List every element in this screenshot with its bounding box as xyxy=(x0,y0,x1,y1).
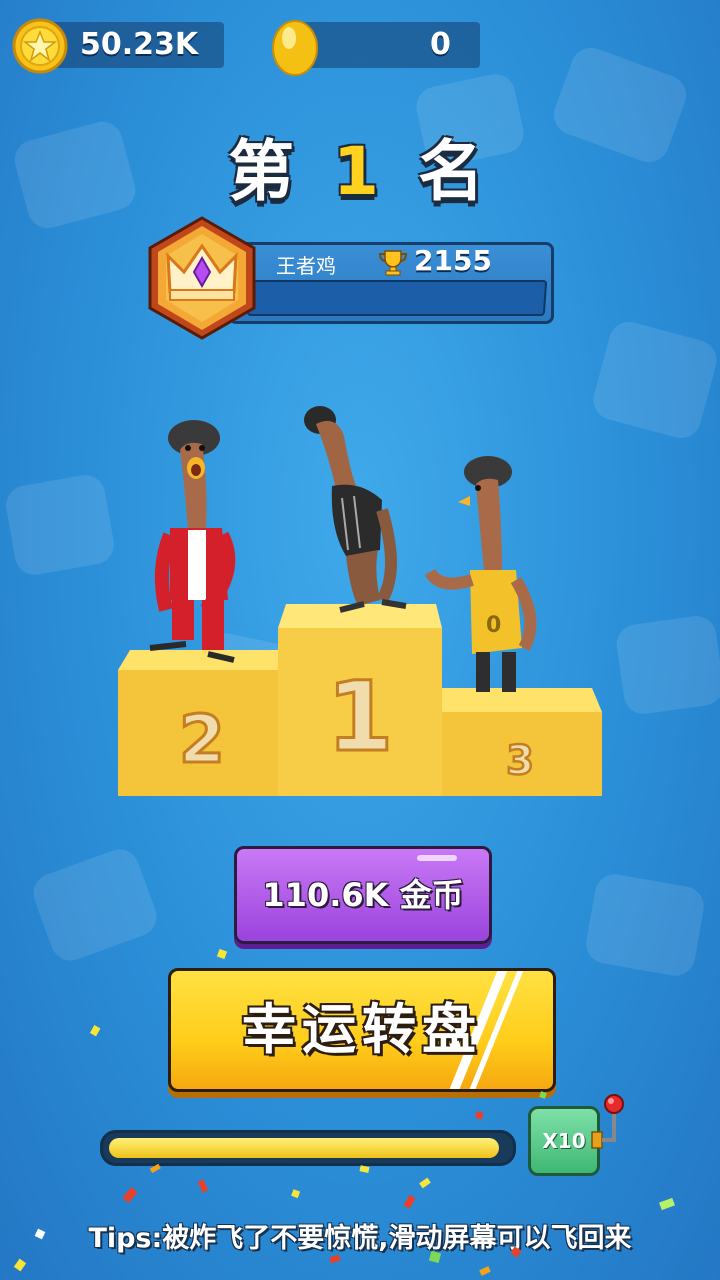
claim-coins-label: 110.6K 金币 xyxy=(262,876,464,914)
podium-first-label: 1 xyxy=(327,661,394,773)
podium: 2 3 1 0 xyxy=(118,406,602,796)
svg-text:0: 0 xyxy=(486,613,501,638)
trophy-icon xyxy=(378,250,408,276)
coin-count: 50.23K xyxy=(80,27,199,62)
player-name: 王者鸡 xyxy=(276,254,336,278)
multiplier-progress-bar xyxy=(100,1130,516,1166)
star-coin-icon xyxy=(12,18,68,74)
lever-icon xyxy=(591,1094,624,1149)
rank-suffix: 名 xyxy=(417,133,492,210)
claim-coins-button[interactable]: 110.6K 金币 xyxy=(234,846,492,944)
chicken-character-first xyxy=(304,406,407,613)
podium-third-label: 3 xyxy=(506,738,534,784)
tips-text: Tips:被炸飞了不要惊慌,滑动屏幕可以飞回来 xyxy=(88,1223,632,1254)
lucky-wheel-label: 幸运转盘 xyxy=(242,998,482,1061)
crown-gem-badge-icon xyxy=(148,216,256,340)
rank-prefix: 第 xyxy=(228,133,303,210)
multiplier-progress-fill xyxy=(109,1138,499,1158)
podium-first: 1 xyxy=(278,604,442,796)
podium-second: 2 xyxy=(118,650,280,796)
golden-egg-icon xyxy=(272,20,318,76)
egg-count: 0 xyxy=(430,27,451,62)
rank-progress-bar xyxy=(246,280,548,316)
rank-title: 第 1 名 xyxy=(0,118,720,214)
rank-number: 1 xyxy=(333,133,387,210)
trophy-count: 2155 xyxy=(414,244,492,277)
lucky-wheel-button[interactable]: 幸运转盘 xyxy=(168,968,556,1092)
button-gloss xyxy=(417,855,457,861)
podium-third: 3 xyxy=(442,688,602,796)
chicken-character-third: 0 xyxy=(424,456,537,692)
chicken-character-second xyxy=(149,420,236,663)
podium-second-label: 2 xyxy=(179,701,225,778)
